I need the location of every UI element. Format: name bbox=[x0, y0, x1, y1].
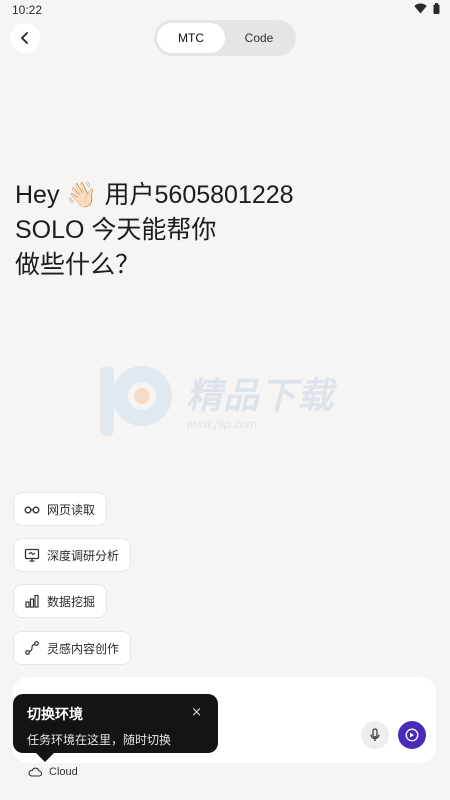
presentation-icon bbox=[24, 548, 40, 562]
watermark-logo-icon bbox=[100, 366, 172, 436]
greeting-username: 用户5605801228 bbox=[104, 181, 294, 209]
bar-chart-icon bbox=[25, 594, 39, 608]
microphone-button[interactable] bbox=[361, 721, 389, 749]
environment-selector[interactable]: Cloud bbox=[28, 766, 78, 778]
tooltip-description: 任务环境在这里，随时切换 bbox=[27, 733, 172, 747]
watermark: 精品下载 www.j9p.com bbox=[100, 358, 360, 440]
glasses-icon bbox=[24, 506, 40, 514]
suggestion-label: 灵感内容创作 bbox=[47, 641, 120, 656]
back-button[interactable] bbox=[10, 23, 40, 53]
battery-icon bbox=[433, 3, 440, 14]
suggestion-label: 网页读取 bbox=[47, 502, 96, 517]
tab-code[interactable]: Code bbox=[225, 23, 293, 53]
suggestion-web-reading[interactable]: 网页读取 bbox=[13, 492, 108, 526]
send-button[interactable] bbox=[398, 721, 426, 749]
environment-label: Cloud bbox=[49, 766, 78, 778]
greeting-line-2: SOLO 今天能帮你 bbox=[15, 216, 217, 244]
tooltip-arrow bbox=[36, 753, 54, 762]
suggestion-creative-writing[interactable]: 灵感内容创作 bbox=[13, 631, 132, 665]
microphone-icon bbox=[370, 728, 380, 741]
greeting: Hey 👋🏻 用户5605801228 SOLO 今天能帮你 做些什么？ bbox=[15, 178, 435, 283]
suggestion-data-mining[interactable]: 数据挖掘 bbox=[13, 584, 108, 618]
greeting-hey: Hey bbox=[15, 181, 60, 209]
watermark-url: www.j9p.com bbox=[186, 417, 257, 431]
greeting-line-3: 做些什么？ bbox=[15, 251, 141, 279]
suggestion-label: 深度调研分析 bbox=[47, 548, 120, 563]
status-time: 10:22 bbox=[12, 3, 43, 17]
send-icon bbox=[405, 728, 419, 742]
close-icon[interactable]: × bbox=[191, 705, 202, 720]
status-bar: 10:22 bbox=[0, 0, 450, 20]
path-icon bbox=[25, 641, 39, 655]
wifi-icon bbox=[414, 3, 427, 14]
watermark-title: 精品下载 bbox=[186, 376, 335, 417]
tooltip-title: 切换环境 bbox=[27, 707, 83, 723]
mode-switch: MTC Code bbox=[154, 20, 296, 56]
suggestion-label: 数据挖掘 bbox=[47, 594, 96, 609]
chevron-left-icon bbox=[21, 32, 28, 44]
cloud-icon bbox=[28, 767, 42, 777]
tab-mtc[interactable]: MTC bbox=[157, 23, 225, 53]
switch-environment-tooltip: 切换环境 任务环境在这里，随时切换 × bbox=[13, 694, 218, 753]
waving-hand-icon: 👋🏻 bbox=[66, 181, 98, 209]
suggestion-deep-research[interactable]: 深度调研分析 bbox=[13, 538, 132, 572]
